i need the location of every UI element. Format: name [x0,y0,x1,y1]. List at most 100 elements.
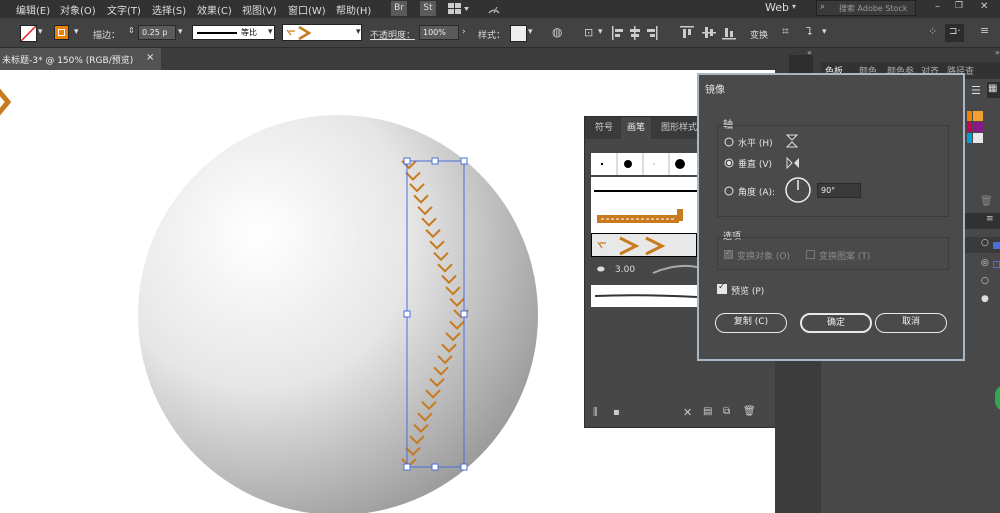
opacity-field[interactable]: 100% [419,25,459,40]
profile-label: 等比 [241,28,257,37]
menu-object[interactable]: 对象(O) [60,2,96,17]
ok-button[interactable]: 确定 [800,313,872,333]
panel-menu-icon[interactable]: ≡ [980,24,989,37]
transform-objects-checkbox[interactable]: ✓ [724,248,733,259]
chevron-down-icon[interactable]: ▾ [792,2,796,11]
angle-input[interactable]: 90° [817,183,861,198]
target-icon[interactable]: ○ [981,276,989,286]
stroke-weight-value: 0.25 p [142,28,168,37]
chevron-down-icon[interactable]: ▾ [178,27,183,37]
panel-menu-icon[interactable]: ≡ [986,214,994,224]
delete-brush-icon[interactable]: 🗑 [743,406,756,417]
menu-select[interactable]: 选择(S) [152,2,186,17]
list-view-icon[interactable]: ☰ [971,84,981,97]
baseball-shape[interactable] [138,115,538,513]
brush-definition[interactable] [282,24,362,41]
vertical-label[interactable]: 垂直 (V) [738,157,772,170]
copy-button[interactable]: 复制 (C) [715,313,787,333]
stroke-swatch[interactable] [54,25,69,40]
radio-horizontal[interactable] [724,137,734,150]
minimize-icon[interactable]: – [935,1,940,12]
control-bar: ▾ ▾ 描边： ⇕ 0.25 p ▾ 等比 ▾ ▾ 不透明度： 100% › 样… [0,18,1000,48]
restore-icon[interactable]: ❐ [955,1,963,11]
arrange-icon[interactable]: ⁘ [928,25,937,38]
delete-swatch-icon[interactable]: 🗑 [980,196,993,207]
gpu-performance-icon[interactable] [487,3,501,18]
chevron-down-icon[interactable]: ▾ [528,27,533,37]
grid-view-icon[interactable]: ▦ [987,82,1000,98]
recolor-artwork-icon[interactable]: ◍ [552,25,562,39]
tab-symbols[interactable]: 符号 [589,117,619,139]
calligraphic-brush-row[interactable] [591,153,697,175]
basic-brush-row[interactable] [591,177,697,205]
stock-button[interactable]: St [420,1,436,16]
selection-indicator[interactable] [993,261,1000,268]
menu-effect[interactable]: 效果(C) [197,2,232,17]
chevron-down-icon[interactable]: ▾ [598,27,603,37]
angle-dial[interactable] [785,177,811,203]
menu-view[interactable]: 视图(V) [242,2,277,17]
stitch-brush-row[interactable] [591,233,697,257]
graphic-style-swatch[interactable] [510,25,527,42]
chevron-down-icon[interactable]: ▾ [356,27,361,37]
transform-button[interactable]: 变换 [750,28,768,41]
vertical-axis-icon [786,157,799,169]
align-to-icon[interactable]: ⊡ [584,26,593,39]
new-brush-icon[interactable]: ⧉ [723,406,730,417]
angle-label[interactable]: 角度 (A): [738,185,775,198]
stroke-weight-field[interactable]: 0.25 p [138,25,176,40]
chevron-down-icon[interactable]: ▾ [74,27,79,37]
horizontal-label[interactable]: 水平 (H) [738,136,773,149]
chevron-down-icon[interactable]: ▾ [38,27,43,37]
cancel-button[interactable]: 取消 [875,313,947,333]
brush-options-icon[interactable]: ▤ [703,406,712,417]
tab-graphic-styles[interactable]: 图形样式 [655,117,703,139]
libraries-panel-icon[interactable]: ▪ [613,407,620,418]
variable-width-profile[interactable]: 等比 [192,25,275,40]
chevron-right-icon[interactable]: › [462,27,466,37]
close-window-icon[interactable]: ✕ [980,1,988,12]
charcoal-brush-row[interactable] [591,285,698,307]
angle-value: 90° [821,186,836,195]
bridge-button[interactable]: Br [391,1,407,16]
art-brush-row[interactable]: ⬬ 3.00 [591,259,697,283]
transform-patterns-checkbox[interactable] [806,250,815,259]
target-icon[interactable]: ● [981,294,989,304]
workspace-switcher[interactable]: Web [765,1,789,14]
selection-indicator[interactable] [993,242,1000,249]
chevron-down-icon[interactable]: ▾ [822,27,827,37]
panel-toggle-icon[interactable]: ⊐· [945,24,964,42]
pattern-brush-row[interactable] [591,205,697,233]
fill-swatch[interactable] [20,25,37,42]
close-tab-icon[interactable]: × [146,52,154,63]
menu-edit[interactable]: 编辑(E) [16,2,50,17]
preview-label[interactable]: 预览 (P) [731,284,764,297]
reflect-dialog: 镜像 轴 水平 (H) 垂直 (V) 角度 (A): 90° 选项 ✓ 变换对象… [697,73,965,361]
radio-vertical[interactable] [724,158,734,171]
chevron-down-icon[interactable]: ▾ [268,27,273,37]
stroke-stepper-icon[interactable]: ⇕ [128,26,135,35]
arrange-documents-icon[interactable] [448,3,470,18]
opacity-label[interactable]: 不透明度： [370,28,415,41]
swatch-grid[interactable] [967,111,1000,148]
expand-arrows-icon[interactable]: « [807,48,812,57]
collapsed-panel-icon[interactable] [789,55,813,75]
select-similar-icon[interactable]: ⮧ [806,25,813,39]
target-icon[interactable]: ○ [981,238,989,248]
search-icon: ⌕ [820,2,826,12]
menu-bar: 编辑(E) 对象(O) 文字(T) 选择(S) 效果(C) 视图(V) 窗口(W… [0,0,1000,18]
preview-checkbox[interactable]: ✓ [717,282,727,294]
isolate-icon[interactable]: ⌗ [782,24,789,39]
brush-libraries-icon[interactable]: ⫼ [593,407,598,418]
transform-objects-label: 变换对象 (O) [737,252,790,262]
tab-brushes[interactable]: 画笔 [621,117,651,139]
collapse-arrows-icon[interactable]: » [995,48,1000,57]
menu-window[interactable]: 窗口(W) [288,2,326,17]
menu-type[interactable]: 文字(T) [107,2,141,17]
radio-angle[interactable] [724,186,734,199]
target-icon[interactable]: ◎ [981,258,989,268]
remove-brush-stroke-icon[interactable]: ✕ [683,406,692,419]
menu-help[interactable]: 帮助(H) [336,2,371,17]
document-tab[interactable]: 未标题-3* @ 150% (RGB/预览) × [0,48,161,70]
stock-search-field[interactable]: ⌕ 搜索 Adobe Stock [816,0,916,16]
